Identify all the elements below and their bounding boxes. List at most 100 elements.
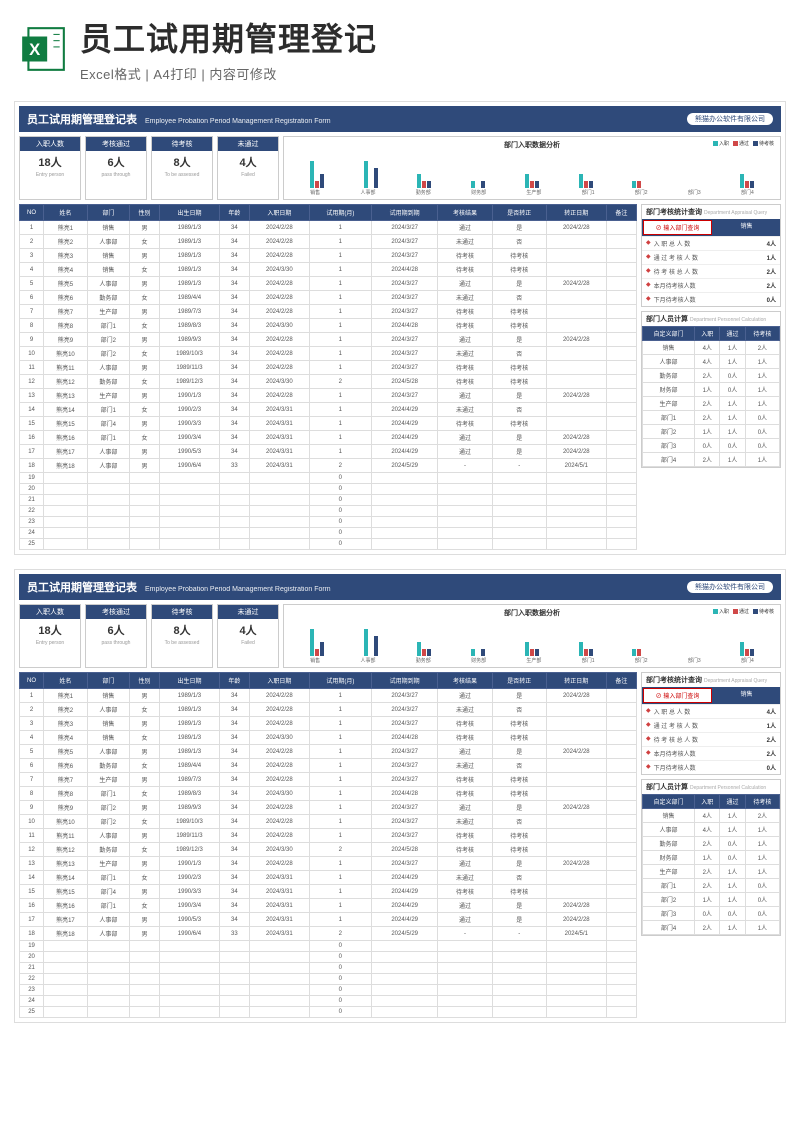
table-cell[interactable]: 女	[129, 347, 159, 361]
table-cell[interactable]: 通过	[438, 445, 492, 459]
table-row[interactable]: 8熊亮8部门1女1989/8/3342024/3/3012024/4/28待考核…	[20, 787, 637, 801]
table-row[interactable]: 220	[20, 974, 637, 985]
table-cell[interactable]: 34	[219, 319, 249, 333]
table-cell[interactable]: 部门2	[87, 801, 129, 815]
table-cell[interactable]: 待考核	[438, 305, 492, 319]
table-cell[interactable]: 熊亮8	[44, 787, 88, 801]
table-cell[interactable]: 待考核	[438, 885, 492, 899]
table-cell[interactable]: 2024/2/28	[249, 689, 309, 703]
table-cell[interactable]: 熊亮2	[44, 235, 88, 249]
table-cell[interactable]: 3	[20, 249, 44, 263]
table-cell[interactable]: 销售	[87, 263, 129, 277]
table-cell[interactable]: 否	[492, 759, 546, 773]
table-cell[interactable]	[546, 539, 606, 550]
table-cell[interactable]: 男	[129, 927, 159, 941]
table-cell[interactable]: 2024/3/31	[249, 927, 309, 941]
table-cell[interactable]	[492, 974, 546, 985]
table-cell[interactable]	[160, 963, 220, 974]
table-cell[interactable]: 34	[219, 305, 249, 319]
table-cell[interactable]: 33	[219, 459, 249, 473]
table-cell[interactable]	[44, 1007, 88, 1018]
table-cell[interactable]: 2024/2/28	[249, 759, 309, 773]
table-cell[interactable]: 男	[129, 801, 159, 815]
table-cell[interactable]: 0	[309, 517, 371, 528]
table-cell[interactable]	[606, 885, 636, 899]
table-cell[interactable]: 熊亮6	[44, 759, 88, 773]
table-cell[interactable]: 21	[20, 963, 44, 974]
table-row[interactable]: 250	[20, 1007, 637, 1018]
table-cell[interactable]: 是	[492, 801, 546, 815]
table-cell[interactable]: 熊亮7	[44, 305, 88, 319]
table-cell[interactable]: 1990/6/4	[160, 459, 220, 473]
table-cell[interactable]: 勤务部	[87, 291, 129, 305]
table-cell[interactable]: 通过	[438, 899, 492, 913]
table-cell[interactable]	[129, 985, 159, 996]
table-cell[interactable]: 部门4	[87, 885, 129, 899]
table-cell[interactable]	[219, 985, 249, 996]
table-cell[interactable]	[606, 484, 636, 495]
table-cell[interactable]	[438, 517, 492, 528]
table-cell[interactable]: 2024/2/28	[249, 249, 309, 263]
table-cell[interactable]: 男	[129, 445, 159, 459]
table-cell[interactable]: 9	[20, 333, 44, 347]
table-cell[interactable]	[546, 843, 606, 857]
table-cell[interactable]: 2024/3/31	[249, 913, 309, 927]
table-cell[interactable]: 2024/2/28	[546, 389, 606, 403]
table-cell[interactable]	[44, 941, 88, 952]
table-cell[interactable]: 2024/3/27	[372, 361, 438, 375]
table-cell[interactable]: 2024/3/31	[249, 417, 309, 431]
table-cell[interactable]	[129, 952, 159, 963]
table-cell[interactable]: 34	[219, 745, 249, 759]
table-cell[interactable]: 男	[129, 717, 159, 731]
table-cell[interactable]: 34	[219, 773, 249, 787]
table-cell[interactable]: 待考核	[438, 717, 492, 731]
table-cell[interactable]: 2024/4/29	[372, 913, 438, 927]
table-cell[interactable]: 1	[309, 815, 371, 829]
table-cell[interactable]	[606, 1007, 636, 1018]
table-cell[interactable]: 待考核	[492, 773, 546, 787]
table-cell[interactable]: 34	[219, 235, 249, 249]
table-row[interactable]: 16熊亮16部门1女1990/3/4342024/3/3112024/4/29通…	[20, 899, 637, 913]
table-cell[interactable]: 熊亮13	[44, 857, 88, 871]
table-cell[interactable]: 人事部	[87, 703, 129, 717]
table-cell[interactable]: 待考核	[492, 843, 546, 857]
table-cell[interactable]	[129, 473, 159, 484]
table-cell[interactable]	[606, 221, 636, 235]
table-cell[interactable]	[606, 717, 636, 731]
table-cell[interactable]: 1	[309, 291, 371, 305]
table-cell[interactable]: 通过	[438, 333, 492, 347]
table-cell[interactable]	[249, 473, 309, 484]
table-cell[interactable]: 2024/3/31	[249, 459, 309, 473]
table-cell[interactable]: 待考核	[492, 787, 546, 801]
table-cell[interactable]	[129, 528, 159, 539]
table-cell[interactable]: 2024/2/28	[546, 801, 606, 815]
table-cell[interactable]	[606, 899, 636, 913]
table-cell[interactable]: 人事部	[87, 235, 129, 249]
table-cell[interactable]: 2024/5/29	[372, 459, 438, 473]
table-cell[interactable]	[546, 941, 606, 952]
table-cell[interactable]: 2024/4/28	[372, 319, 438, 333]
table-row[interactable]: 2熊亮2人事部女1989/1/3342024/2/2812024/3/27未通过…	[20, 703, 637, 717]
table-cell[interactable]	[219, 1007, 249, 1018]
table-row[interactable]: 240	[20, 528, 637, 539]
table-row[interactable]: 5熊亮5人事部男1989/1/3342024/2/2812024/3/27通过是…	[20, 745, 637, 759]
table-cell[interactable]	[606, 996, 636, 1007]
table-cell[interactable]	[87, 517, 129, 528]
table-cell[interactable]: 生产部	[87, 389, 129, 403]
table-cell[interactable]	[438, 963, 492, 974]
table-cell[interactable]: 人事部	[87, 927, 129, 941]
table-cell[interactable]: 1	[309, 885, 371, 899]
table-cell[interactable]	[546, 361, 606, 375]
table-cell[interactable]	[492, 963, 546, 974]
table-cell[interactable]: 通过	[438, 913, 492, 927]
table-cell[interactable]: 女	[129, 787, 159, 801]
table-cell[interactable]: 待考核	[438, 843, 492, 857]
table-cell[interactable]: 女	[129, 871, 159, 885]
table-cell[interactable]	[372, 952, 438, 963]
table-cell[interactable]	[606, 731, 636, 745]
table-cell[interactable]: 待考核	[438, 263, 492, 277]
table-cell[interactable]	[606, 277, 636, 291]
table-row[interactable]: 11熊亮11人事部男1989/11/3342024/2/2812024/3/27…	[20, 829, 637, 843]
table-cell[interactable]: 1	[309, 801, 371, 815]
table-cell[interactable]: 2024/2/28	[249, 815, 309, 829]
